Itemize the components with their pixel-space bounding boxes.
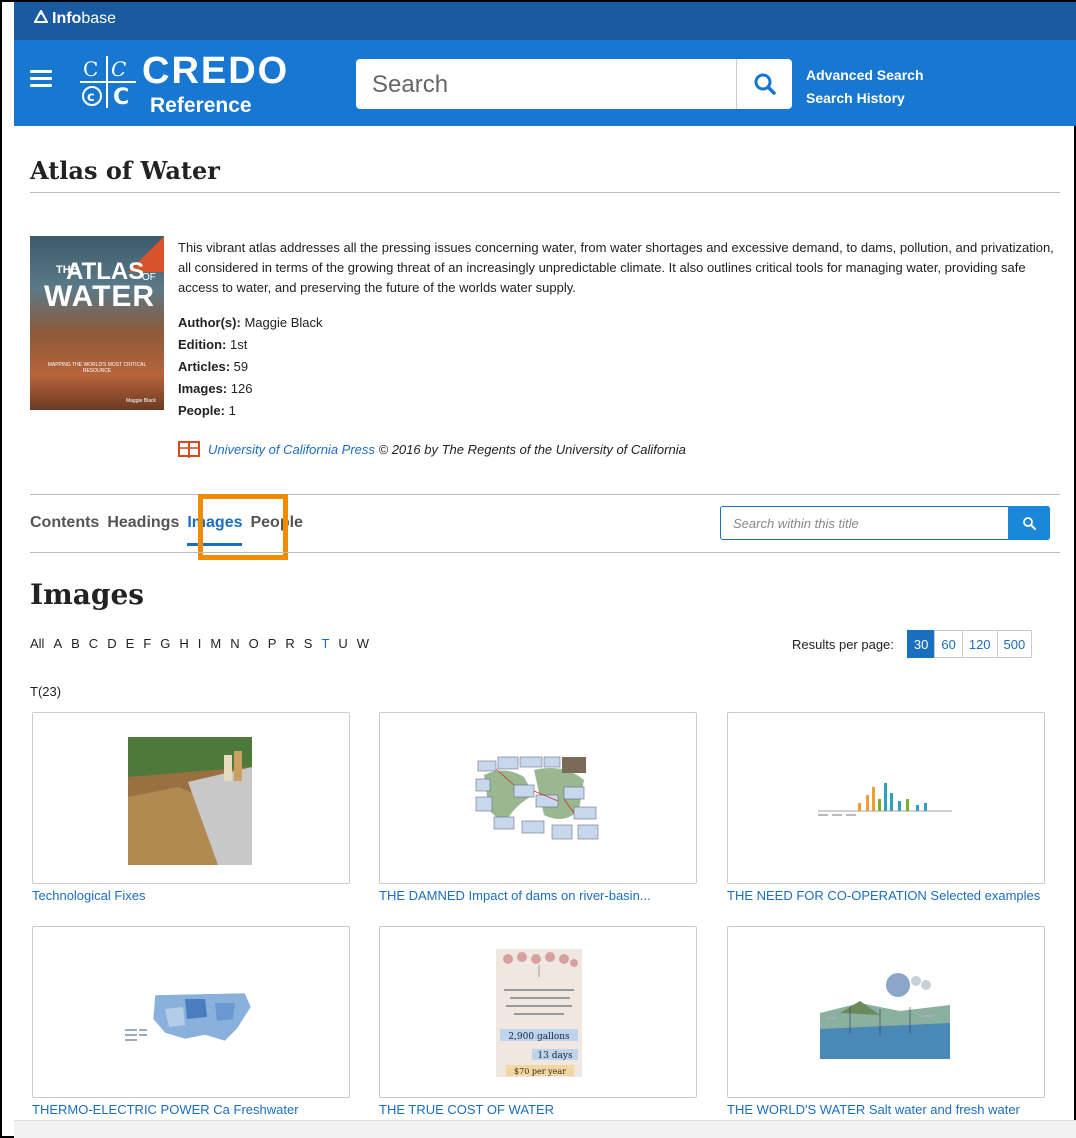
alphabet-filter: All A B C D E F G H I M N O P R S T U W (30, 636, 378, 651)
tab-contents[interactable]: Contents (30, 514, 99, 532)
thumbnail-photo (128, 737, 252, 865)
search-within-placeholder: Search within this title (733, 516, 859, 531)
alpha-filter-e[interactable]: E (126, 636, 135, 651)
credo-logo-subtext[interactable]: Reference (150, 94, 252, 118)
alpha-filter-w[interactable]: W (357, 636, 369, 651)
rpp-option-500[interactable]: 500 (996, 630, 1033, 658)
alpha-filter-all[interactable]: All (30, 636, 44, 651)
infobase-logo-icon (33, 8, 49, 28)
rpp-option-60[interactable]: 60 (934, 630, 963, 658)
divider (30, 494, 1060, 495)
page-title: Atlas of Water (30, 156, 220, 185)
thumbnail-us-map (125, 992, 252, 1042)
highlight-box (198, 494, 288, 560)
alpha-filter-h[interactable]: H (179, 636, 188, 651)
alpha-filter-n[interactable]: N (230, 636, 239, 651)
tab-headings[interactable]: Headings (107, 514, 179, 532)
thumb-cost-text: $70 per year (514, 1067, 566, 1076)
section-heading: Images (30, 578, 145, 611)
bottom-scroll-area (14, 1120, 1076, 1138)
credo-logo-icon[interactable]: C C c C (76, 54, 138, 110)
alpha-filter-g[interactable]: G (160, 636, 170, 651)
thumbnail-map (474, 755, 602, 845)
credo-logo-text[interactable]: CREDO (142, 50, 289, 93)
image-caption[interactable]: Technological Fixes (32, 886, 350, 906)
book-description: This vibrant atlas addresses all the pre… (178, 240, 1054, 295)
book-cover-image: THE ATLAS OF WATER MAPPING THE WORLD'S M… (30, 236, 164, 410)
thumb-gallons-text: 2,900 gallons (508, 1032, 570, 1042)
search-button[interactable] (736, 59, 792, 109)
infobase-bar: Infobase (14, 2, 1076, 40)
alpha-filter-t[interactable]: T (321, 636, 329, 651)
thumbnail-bar-chart (818, 783, 952, 816)
image-card[interactable] (32, 712, 350, 884)
meta-images: Images: 126 (178, 381, 253, 396)
alpha-filter-b[interactable]: B (71, 636, 80, 651)
divider (30, 552, 1060, 553)
alpha-filter-f[interactable]: F (143, 636, 151, 651)
copyright-text: © 2016 by The Regents of the University … (378, 441, 686, 457)
image-caption[interactable]: THE NEED FOR CO-OPERATION Selected examp… (727, 886, 1045, 906)
image-caption[interactable]: THE DAMNED Impact of dams on river-basin… (379, 886, 697, 906)
brand-thin-text: base (81, 10, 117, 27)
book-metadata: Author(s): Maggie Black Edition: 1st Art… (178, 312, 323, 422)
main-search-input[interactable]: Search (356, 59, 792, 109)
results-per-page: Results per page: 30 60 120 500 (792, 630, 1033, 658)
search-history-link[interactable]: Search History (806, 87, 924, 110)
image-card[interactable]: 2,900 gallons 13 days $70 per year (379, 926, 697, 1098)
image-card[interactable] (379, 712, 697, 884)
alpha-filter-o[interactable]: O (249, 636, 259, 651)
brand-bold-text: Info (52, 10, 82, 27)
hamburger-menu-icon[interactable] (30, 70, 52, 88)
meta-people: People: 1 (178, 403, 236, 418)
cover-author: Maggie Black (125, 398, 156, 404)
rpp-option-30[interactable]: 30 (906, 630, 936, 658)
header-links: Advanced Search Search History (806, 64, 924, 110)
meta-edition: Edition: 1st (178, 337, 248, 352)
alpha-filter-c[interactable]: C (89, 636, 98, 651)
rpp-option-120[interactable]: 120 (961, 630, 998, 658)
thumb-days-text: 13 days (537, 1051, 573, 1061)
svg-text:c: c (87, 90, 95, 105)
search-within-input[interactable]: Search within this title (720, 506, 1050, 540)
infobase-brand[interactable]: Infobase (33, 8, 117, 28)
book-icon (178, 441, 200, 458)
result-count: T(23) (30, 684, 62, 699)
alpha-filter-u[interactable]: U (338, 636, 347, 651)
site-header: C C c C CREDO Reference Search Advanced … (14, 40, 1076, 126)
svg-text:C: C (111, 57, 126, 81)
meta-author: Author(s): Maggie Black (178, 315, 323, 330)
search-within-button[interactable] (1008, 506, 1050, 540)
image-card[interactable] (727, 926, 1045, 1098)
thumbnail-water-cycle (820, 973, 950, 1059)
search-icon (754, 73, 776, 95)
results-per-page-label: Results per page: (792, 636, 894, 652)
cover-text-water: WATER (44, 280, 156, 313)
image-caption[interactable]: THE TRUE COST OF WATER (379, 1100, 697, 1120)
alpha-filter-p[interactable]: P (268, 636, 277, 651)
svg-text:C: C (83, 57, 98, 81)
image-card[interactable] (32, 926, 350, 1098)
alpha-filter-m[interactable]: M (210, 636, 221, 651)
publisher-line: University of California Press © 2016 by… (178, 440, 686, 458)
divider (30, 192, 1060, 193)
alpha-filter-r[interactable]: R (285, 636, 294, 651)
meta-articles: Articles: 59 (178, 359, 249, 374)
alpha-filter-d[interactable]: D (107, 636, 116, 651)
search-placeholder: Search (372, 71, 449, 98)
search-icon (1023, 517, 1036, 530)
alpha-filter-s[interactable]: S (304, 636, 313, 651)
cover-subtitle: MAPPING THE WORLD'S MOST CRITICAL RESOUR… (47, 362, 147, 374)
publisher-link[interactable]: University of California Press (208, 442, 375, 457)
alpha-filter-i[interactable]: I (198, 636, 202, 651)
thumbnail-infographic: 2,900 gallons 13 days $70 per year (496, 949, 582, 1077)
image-card[interactable] (727, 712, 1045, 884)
svg-text:C: C (113, 85, 129, 110)
alpha-filter-a[interactable]: A (53, 636, 62, 651)
advanced-search-link[interactable]: Advanced Search (806, 64, 924, 87)
